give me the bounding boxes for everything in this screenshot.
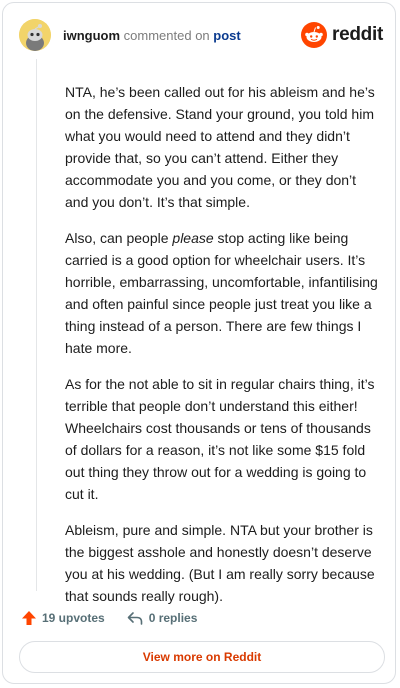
username-link[interactable]: iwnguom [63, 28, 120, 43]
comment-meta: iwnguom commented on post [63, 28, 241, 43]
upvote-arrow-icon[interactable] [21, 610, 37, 626]
comment-actions: 19 upvotes 0 replies [21, 607, 197, 629]
comment-header: iwnguom commented on post reddit [17, 17, 385, 55]
user-avatar[interactable] [19, 19, 51, 51]
action-text: commented on [123, 28, 210, 43]
upvote-count: 19 upvotes [42, 611, 105, 625]
comment-paragraph-1: NTA, he’s been called out for his ableis… [65, 84, 375, 210]
reply-arrow-icon[interactable] [127, 610, 143, 626]
reply-count: 0 replies [148, 611, 198, 625]
view-more-button[interactable]: View more on Reddit [19, 641, 385, 673]
reddit-brand[interactable]: reddit [301, 22, 383, 48]
reddit-wordmark: reddit [332, 24, 383, 45]
comment-text: stop acting like being carried is a good… [65, 230, 378, 356]
reddit-logo-icon [301, 22, 328, 48]
comment-paragraph-4: Ableism, pure and simple. NTA but your b… [65, 522, 375, 604]
thread-line [36, 59, 37, 591]
post-link[interactable]: post [213, 28, 240, 43]
comment-body: NTA, he’s been called out for his ableis… [65, 81, 383, 621]
comment-paragraph-3: As for the not able to sit in regular ch… [65, 376, 375, 502]
comment-text: Also, can people [65, 230, 173, 246]
comment-paragraph-2: Also, can people please stop acting like… [65, 227, 383, 359]
snoo-avatar-icon [19, 19, 51, 51]
reply-group[interactable]: 0 replies [127, 610, 198, 626]
comment-emphasis: please [172, 230, 214, 246]
embedded-comment-card: iwnguom commented on post reddit NTA, he… [2, 2, 396, 684]
upvote-group[interactable]: 19 upvotes [21, 610, 105, 626]
